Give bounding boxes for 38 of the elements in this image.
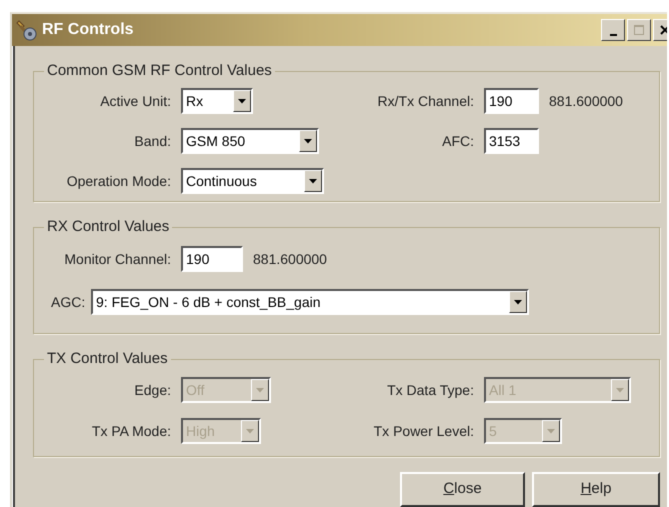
- frequency-text: 881.600000: [253, 250, 327, 268]
- caret-icon: [256, 388, 264, 392]
- caret-icon: [238, 98, 246, 104]
- minimize-icon: [610, 34, 616, 36]
- field-label: AFC:: [442, 132, 474, 150]
- field-label: Monitor Channel:: [64, 250, 171, 268]
- group-title: TX Control Values: [46, 351, 169, 367]
- caret-icon: [246, 428, 254, 434]
- caret-icon: [309, 178, 317, 184]
- field-label: Active Unit:: [100, 92, 171, 110]
- field-label: Rx/Tx Channel:: [378, 92, 474, 110]
- dropdown[interactable]: Rx: [181, 88, 253, 114]
- field-label: Operation Mode:: [66, 172, 171, 191]
- input-field[interactable]: 3153: [484, 128, 539, 154]
- group-title: Common GSM RF Control Values: [46, 63, 273, 79]
- field-label: Tx PA Mode:: [92, 422, 171, 440]
- dropdown[interactable]: 9: FEG_ON - 6 dB + const_BB_gain: [91, 289, 529, 315]
- input-field[interactable]: 190: [181, 246, 243, 272]
- caret-icon: [304, 138, 312, 144]
- dialog-button[interactable]: Help: [532, 472, 660, 507]
- caret-icon: [616, 388, 624, 392]
- field-label: AGC:: [51, 292, 86, 312]
- maximize-icon: [633, 24, 645, 36]
- group-title: RX Control Values: [46, 219, 170, 235]
- tools-icon: [16, 19, 38, 41]
- input-field[interactable]: 190: [484, 88, 539, 114]
- field-label: Tx Power Level:: [374, 422, 474, 440]
- caret-icon: [514, 300, 522, 304]
- window-title: RF Controls: [42, 20, 134, 40]
- dialog-button[interactable]: Close: [400, 472, 525, 507]
- dropdown[interactable]: Continuous: [181, 168, 324, 194]
- dropdown[interactable]: GSM 850: [181, 128, 319, 154]
- field-label: Band:: [134, 132, 171, 150]
- field-label: Tx Data Type:: [387, 380, 474, 400]
- frequency-text: 881.600000: [549, 92, 623, 110]
- caret-icon: [547, 428, 555, 434]
- field-label: Edge:: [134, 380, 171, 400]
- minimize-button[interactable]: [601, 19, 625, 41]
